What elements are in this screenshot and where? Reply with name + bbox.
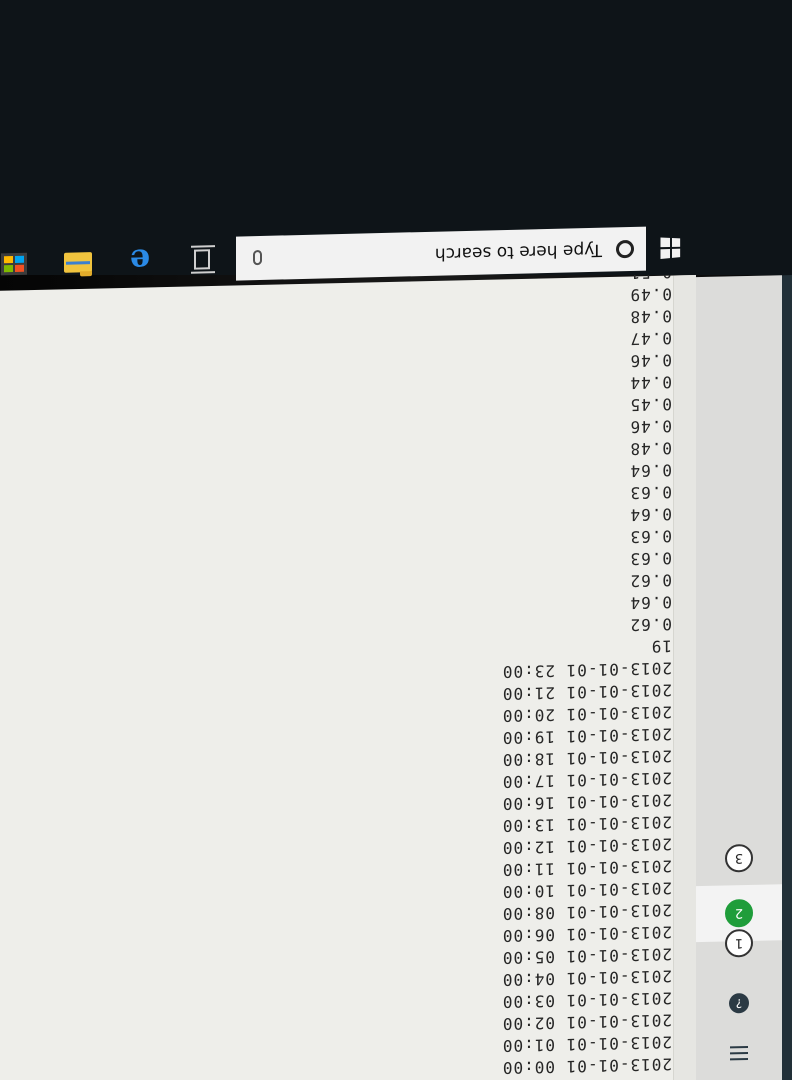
edge-button[interactable]: e <box>118 238 162 283</box>
editor-gutter <box>673 275 696 1080</box>
rail-list: 3 2 1 ? <box>696 275 782 1080</box>
editor-line: 2013-01-01 03:00 <box>501 988 672 1012</box>
edge-icon: e <box>129 241 151 281</box>
rail-item-1[interactable]: 1 <box>696 914 782 972</box>
side-rail: 3 2 1 ? <box>696 275 792 1080</box>
rail-item-1-badge: 1 <box>725 928 753 958</box>
editor-line: 0.46 <box>629 350 672 371</box>
editor-line: 2013-01-01 13:00 <box>501 812 672 836</box>
editor-line: 0.62 <box>629 614 672 635</box>
help-button[interactable]: ? <box>696 974 782 1032</box>
editor-line: 0.63 <box>629 482 672 503</box>
editor-line: 2013-01-01 10:00 <box>501 878 672 902</box>
editor-line: 2013-01-01 11:00 <box>501 856 672 880</box>
menu-icon <box>730 1045 748 1061</box>
editor-line: 0.64 <box>629 460 672 481</box>
editor-line: 0.64 <box>629 504 672 525</box>
editor-line: 0.48 <box>629 306 672 327</box>
search-icon <box>616 239 634 259</box>
editor-line: 2013-01-01 18:00 <box>501 746 672 770</box>
task-view-icon <box>194 249 210 270</box>
editor-line: 2013-01-01 01:00 <box>501 1032 672 1056</box>
taskbar: Type here to search e <box>0 0 792 281</box>
editor-line: 2013-01-01 08:00 <box>501 900 672 924</box>
file-explorer-icon <box>64 252 92 273</box>
editor-line: 0.63 <box>629 526 672 547</box>
screen: 3 2 1 ? 2013-01-01 00:00 2013-01-01 01:00… <box>0 0 792 1080</box>
editor-line: 2013-01-01 16:00 <box>501 790 672 814</box>
microphone-button[interactable] <box>236 236 280 281</box>
task-view-button[interactable] <box>180 237 224 282</box>
editor-line: 2013-01-01 06:00 <box>501 922 672 946</box>
editor-line: 0.62 <box>629 570 672 591</box>
editor-line: 0.46 <box>629 416 672 437</box>
editor-line: 0.48 <box>629 438 672 459</box>
editor-line: 2013-01-01 19:00 <box>501 724 672 748</box>
taskbar-inner: Type here to search e <box>0 0 792 294</box>
editor-line: 0.63 <box>629 548 672 569</box>
start-button[interactable] <box>646 223 696 272</box>
rail-item-3[interactable]: 3 <box>696 829 782 887</box>
editor-line: 0.49 <box>629 284 672 305</box>
editor-line: 2013-01-01 04:00 <box>501 966 672 990</box>
store-icon <box>1 252 27 276</box>
editor-pane[interactable]: 2013-01-01 00:00 2013-01-01 01:00 2013-01-… <box>0 197 696 1080</box>
editor-line: 2013-01-01 17:00 <box>501 768 672 792</box>
editor-line: 2013-01-01 23:00 <box>501 658 672 682</box>
microphone-icon <box>253 250 263 266</box>
desktop: 3 2 1 ? 2013-01-01 00:00 2013-01-01 01:00… <box>0 0 792 1080</box>
editor-line: 2013-01-01 12:00 <box>501 834 672 858</box>
editor-line: 2013-01-01 00:00 <box>501 1054 672 1078</box>
editor-line: 2013-01-01 02:00 <box>501 1010 672 1034</box>
rail-item-3-badge: 3 <box>725 843 753 873</box>
file-explorer-button[interactable] <box>56 240 100 285</box>
search-box[interactable]: Type here to search <box>236 226 646 281</box>
windows-logo-icon <box>660 237 681 259</box>
editor-line: 0.45 <box>629 394 672 415</box>
editor-line: 0.44 <box>629 372 672 393</box>
editor-line: 0.47 <box>629 328 672 349</box>
editor-line: 2013-01-01 21:00 <box>501 680 672 704</box>
editor-text[interactable]: 2013-01-01 00:00 2013-01-01 01:00 2013-01-… <box>502 195 672 1079</box>
help-icon: ? <box>729 992 749 1014</box>
editor-line: 0.64 <box>629 592 672 613</box>
editor-line: 2013-01-01 20:00 <box>501 702 672 726</box>
editor-line: 2013-01-01 05:00 <box>501 944 672 968</box>
store-button[interactable] <box>0 241 36 286</box>
search-placeholder: Type here to search <box>434 239 602 264</box>
menu-button[interactable] <box>696 1024 782 1080</box>
